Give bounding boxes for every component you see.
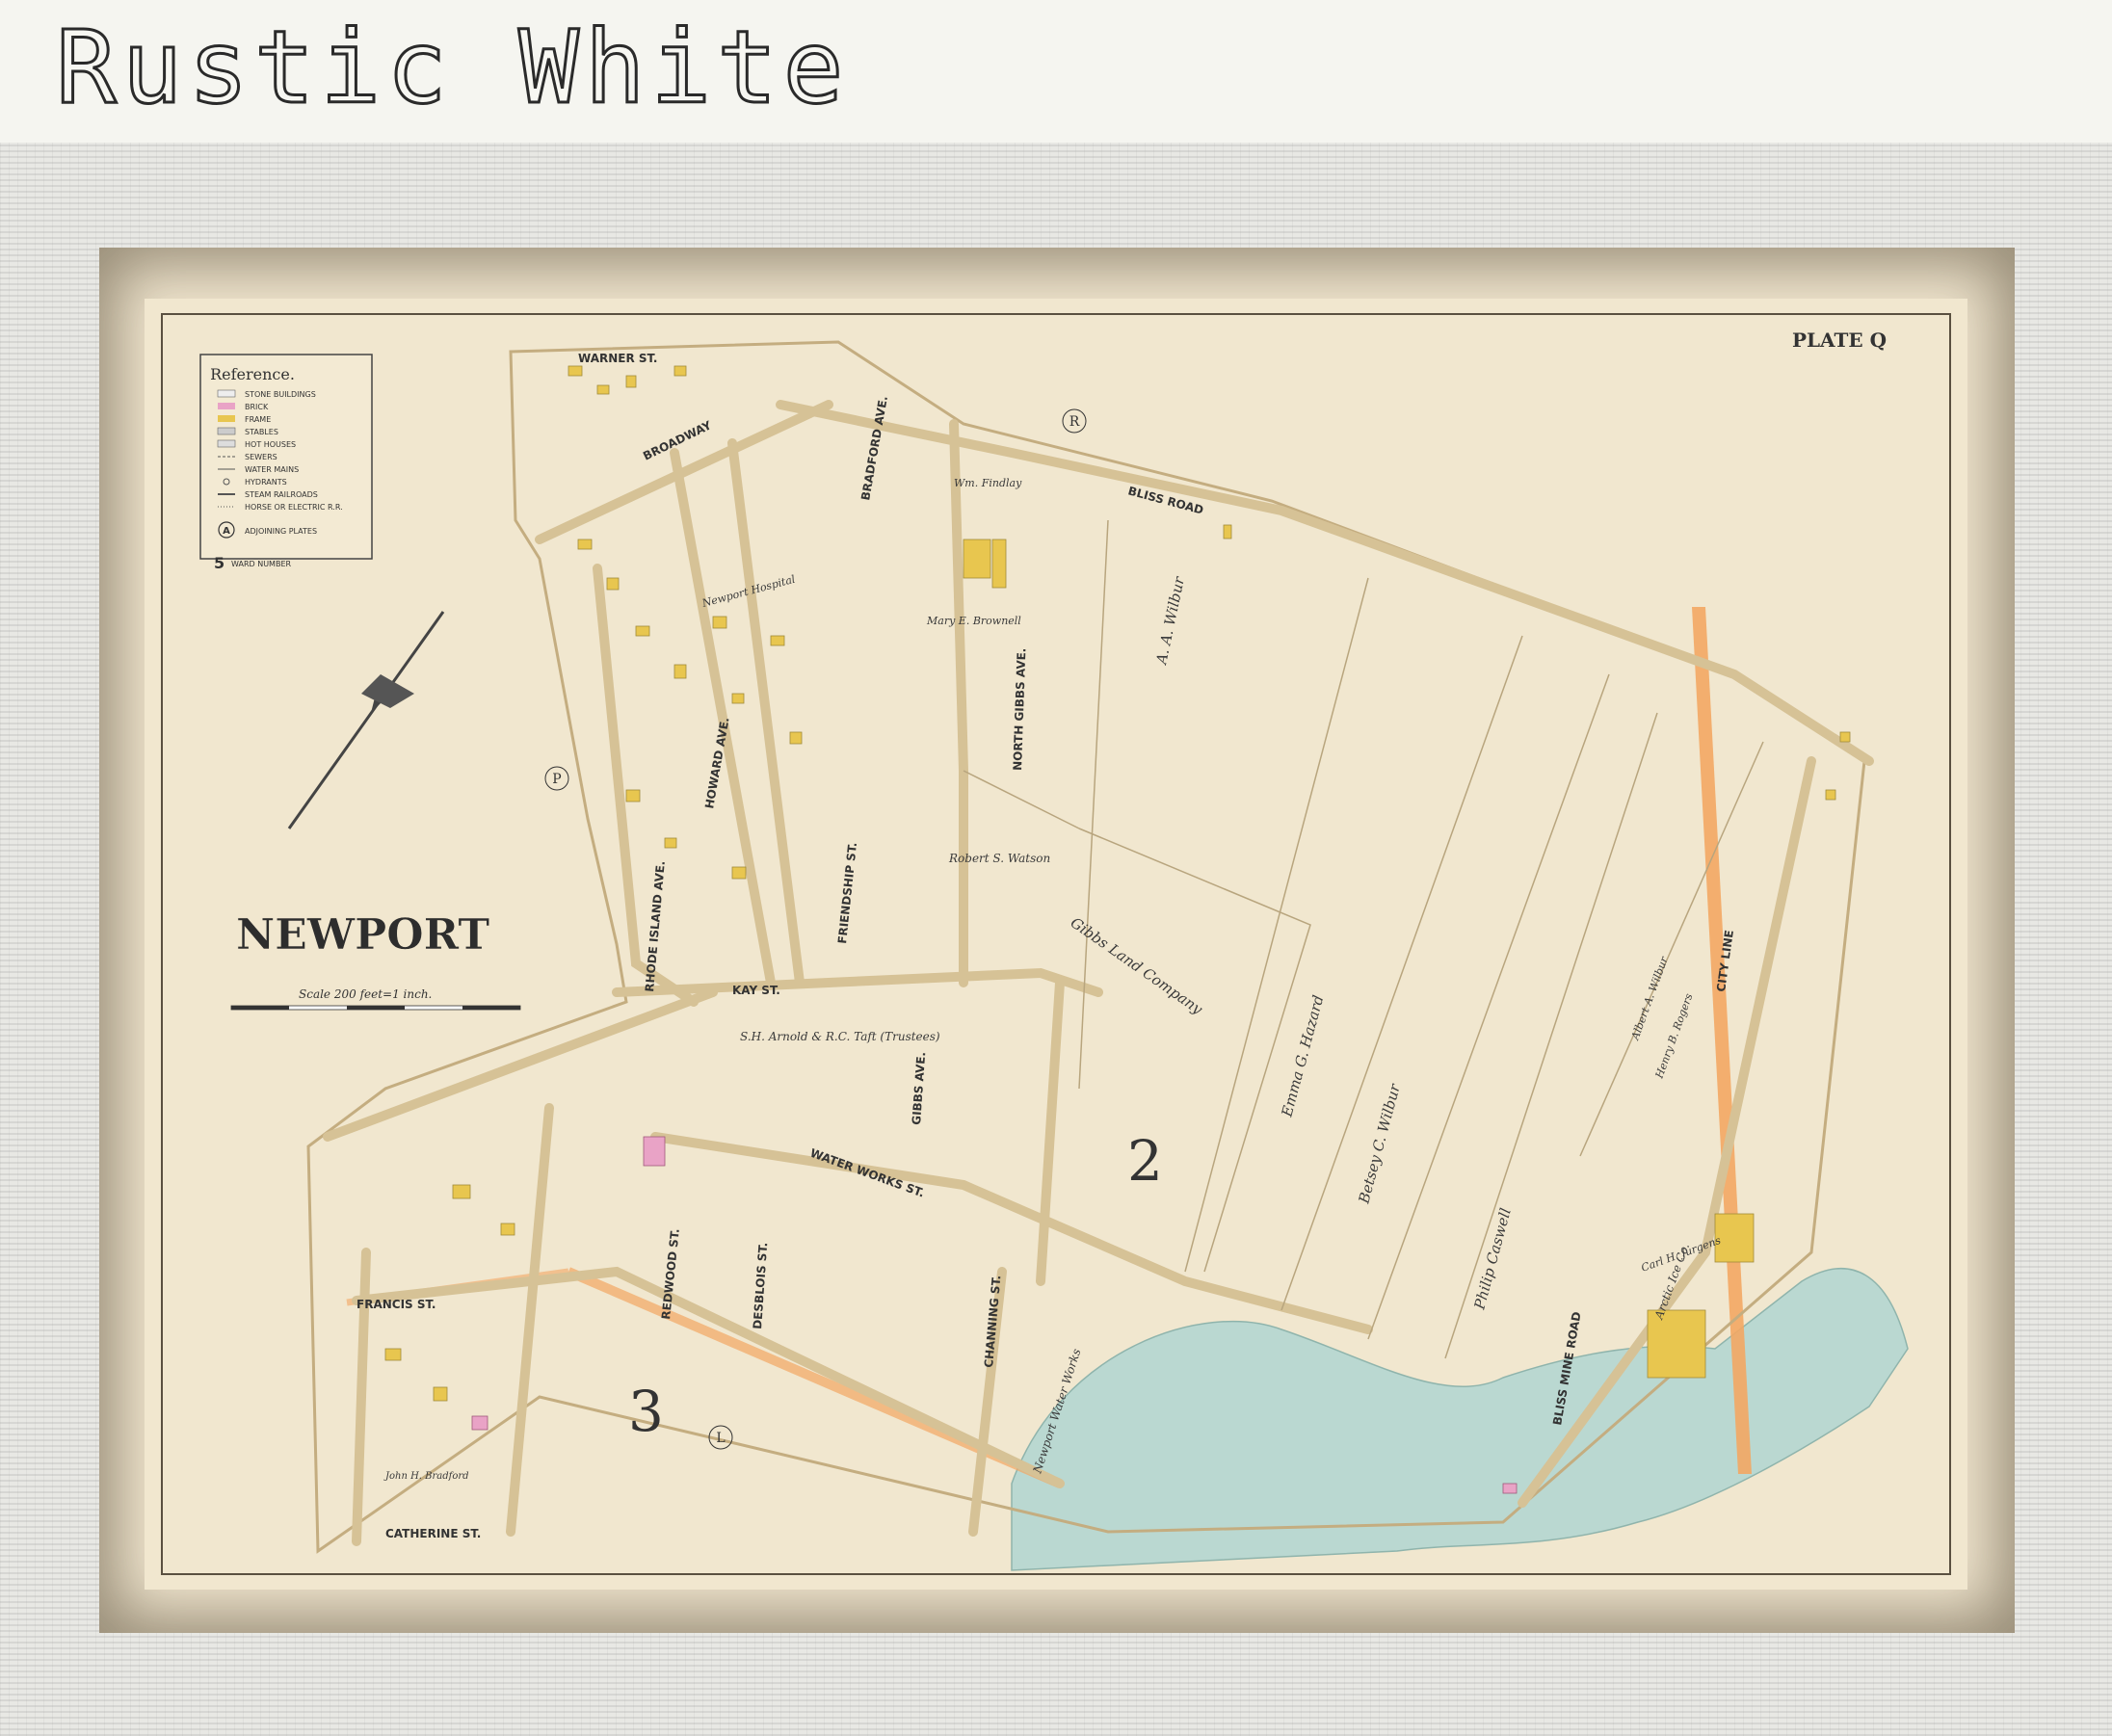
map-canvas: PLATE Q Reference. STONE BUILDINGS BRICK…: [145, 299, 1967, 1590]
street-label: KAY ST.: [732, 984, 780, 997]
ward-number-3: 3: [628, 1379, 664, 1444]
owner-label: S.H. Arnold & R.C. Taft (Trustees): [740, 1030, 940, 1043]
legend-item: SEWERS: [245, 453, 277, 461]
plate-label: PLATE Q: [1792, 329, 1887, 352]
owner-label: Mary E. Brownell: [926, 615, 1021, 627]
plate-marker-p: P: [552, 772, 561, 787]
plate-marker-r: R: [1069, 414, 1080, 430]
legend-ward-sample: 5: [214, 554, 224, 572]
legend-item: STABLES: [245, 428, 278, 436]
owner-label: Wm. Findlay: [954, 477, 1022, 489]
legend-plate-sample: A: [223, 526, 230, 537]
city-label: NEWPORT: [236, 910, 489, 960]
street-label: CATHERINE ST.: [385, 1527, 481, 1540]
legend-item: WARD NUMBER: [231, 560, 291, 568]
ward-number-2: 2: [1127, 1128, 1163, 1194]
street-label: FRANCIS ST.: [356, 1298, 436, 1311]
legend-item: HYDRANTS: [245, 478, 287, 487]
legend-title: Reference.: [210, 365, 295, 383]
owner-label: John H. Bradford: [383, 1471, 469, 1482]
legend-item: HOT HOUSES: [245, 440, 296, 449]
legend-item: FRAME: [245, 415, 271, 424]
legend-item: ADJOINING PLATES: [245, 527, 317, 536]
legend-item: STONE BUILDINGS: [245, 390, 316, 399]
legend-item: BRICK: [245, 403, 269, 411]
legend-item: WATER MAINS: [245, 465, 299, 474]
plate-marker-l: L: [716, 1431, 725, 1446]
legend-item: STEAM RAILROADS: [245, 490, 318, 499]
scale-text: Scale 200 feet=1 inch.: [299, 987, 432, 1001]
street-label: WARNER ST.: [578, 352, 657, 365]
reference-legend: Reference. STONE BUILDINGS BRICK FRAME S…: [199, 354, 373, 572]
scale-bar: [230, 1005, 521, 1011]
legend-item: HORSE OR ELECTRIC R.R.: [245, 503, 343, 512]
owner-label: Robert S. Watson: [948, 852, 1050, 865]
